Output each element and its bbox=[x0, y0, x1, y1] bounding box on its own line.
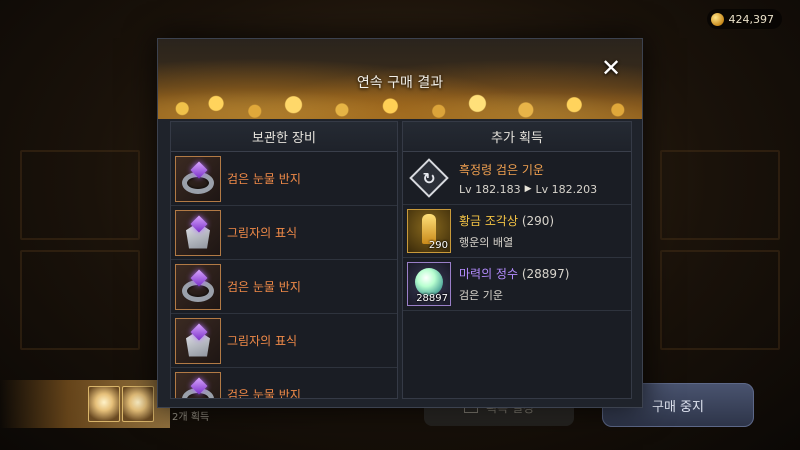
obtained-slot bbox=[122, 386, 154, 422]
currency-display: 424,397 bbox=[706, 9, 782, 29]
item-subtitle: 검은 기운 bbox=[459, 289, 503, 302]
background-shelf bbox=[660, 150, 780, 240]
mana-orb-icon: 28897 bbox=[407, 262, 451, 306]
item-subtitle: 행운의 배열 bbox=[459, 236, 514, 249]
level-from: Lv 182.183 bbox=[459, 182, 521, 196]
level-change: Lv 182.183 ▶ Lv 182.203 bbox=[459, 183, 597, 196]
obtained-slot bbox=[88, 386, 120, 422]
arrow-right-icon: ▶ bbox=[524, 184, 532, 194]
acquired-item[interactable]: 28897 마력의 정수 (28897) 검은 기운 bbox=[403, 258, 631, 311]
modal-header: 연속 구매 결과 ✕ bbox=[158, 39, 642, 119]
equipment-item[interactable]: 그림자의 표식 bbox=[171, 206, 397, 260]
acquired-item[interactable]: 290 황금 조각상 (290) 행운의 배열 bbox=[403, 205, 631, 258]
equipment-name: 검은 눈물 반지 bbox=[227, 388, 301, 398]
equipment-name: 그림자의 표식 bbox=[227, 226, 298, 240]
stored-equipment-header: 보관한 장비 bbox=[171, 122, 397, 152]
spirit-diamond-icon: ↻ bbox=[407, 156, 451, 200]
background-shelf bbox=[20, 150, 140, 240]
purchase-result-modal: 연속 구매 결과 ✕ 보관한 장비 검은 눈물 반지 그림자의 표식 검은 눈물… bbox=[157, 38, 643, 408]
crest-icon bbox=[175, 317, 221, 364]
gold-coin-icon bbox=[710, 12, 724, 26]
equipment-name: 그림자의 표식 bbox=[227, 334, 298, 348]
equipment-item[interactable]: 검은 눈물 반지 bbox=[171, 260, 397, 314]
acquired-item-name: 흑정령 검은 기운 bbox=[459, 162, 544, 177]
background-shelf bbox=[20, 250, 140, 350]
item-count: (28897) bbox=[521, 267, 570, 281]
modal-title: 연속 구매 결과 bbox=[356, 75, 444, 91]
ring-icon bbox=[175, 155, 221, 202]
extra-acquisition-panel: 추가 획득 ↻ 흑정령 검은 기운 Lv 182.183 ▶ Lv 182.20… bbox=[402, 121, 632, 399]
extra-acquisition-header: 추가 획득 bbox=[403, 122, 631, 152]
item-quantity: 28897 bbox=[416, 293, 448, 304]
gold-statue-icon: 290 bbox=[407, 209, 451, 253]
currency-amount: 424,397 bbox=[728, 12, 775, 26]
level-to: Lv 182.203 bbox=[535, 182, 598, 196]
equipment-item[interactable]: 그림자의 표식 bbox=[171, 314, 397, 368]
stored-equipment-panel: 보관한 장비 검은 눈물 반지 그림자의 표식 검은 눈물 반지 그림자의 표식… bbox=[170, 121, 398, 399]
equipment-item[interactable]: 검은 눈물 반지 bbox=[171, 368, 397, 398]
ring-icon bbox=[175, 263, 221, 310]
acquired-item[interactable]: ↻ 흑정령 검은 기운 Lv 182.183 ▶ Lv 182.203 bbox=[403, 152, 631, 205]
crest-icon bbox=[175, 209, 221, 256]
item-count: (290) bbox=[521, 214, 555, 228]
item-name-text: 마력의 정수 bbox=[459, 267, 519, 281]
extra-acquisition-list[interactable]: ↻ 흑정령 검은 기운 Lv 182.183 ▶ Lv 182.203 290 bbox=[403, 152, 631, 398]
acquired-item-name: 마력의 정수 (28897) bbox=[459, 265, 569, 282]
close-icon[interactable]: ✕ bbox=[598, 54, 624, 82]
gold-coins-decoration bbox=[158, 93, 642, 119]
item-quantity: 290 bbox=[428, 240, 448, 251]
stored-equipment-list[interactable]: 검은 눈물 반지 그림자의 표식 검은 눈물 반지 그림자의 표식 검은 눈물 … bbox=[171, 152, 397, 398]
equipment-name: 검은 눈물 반지 bbox=[227, 172, 301, 186]
item-name-text: 황금 조각상 bbox=[459, 214, 519, 228]
equipment-item[interactable]: 검은 눈물 반지 bbox=[171, 152, 397, 206]
equipment-name: 검은 눈물 반지 bbox=[227, 280, 301, 294]
obtained-count-text: 2개 획득 bbox=[172, 412, 210, 423]
acquired-item-name: 황금 조각상 (290) bbox=[459, 212, 554, 229]
background-shelf bbox=[660, 250, 780, 350]
ring-icon bbox=[175, 371, 221, 398]
